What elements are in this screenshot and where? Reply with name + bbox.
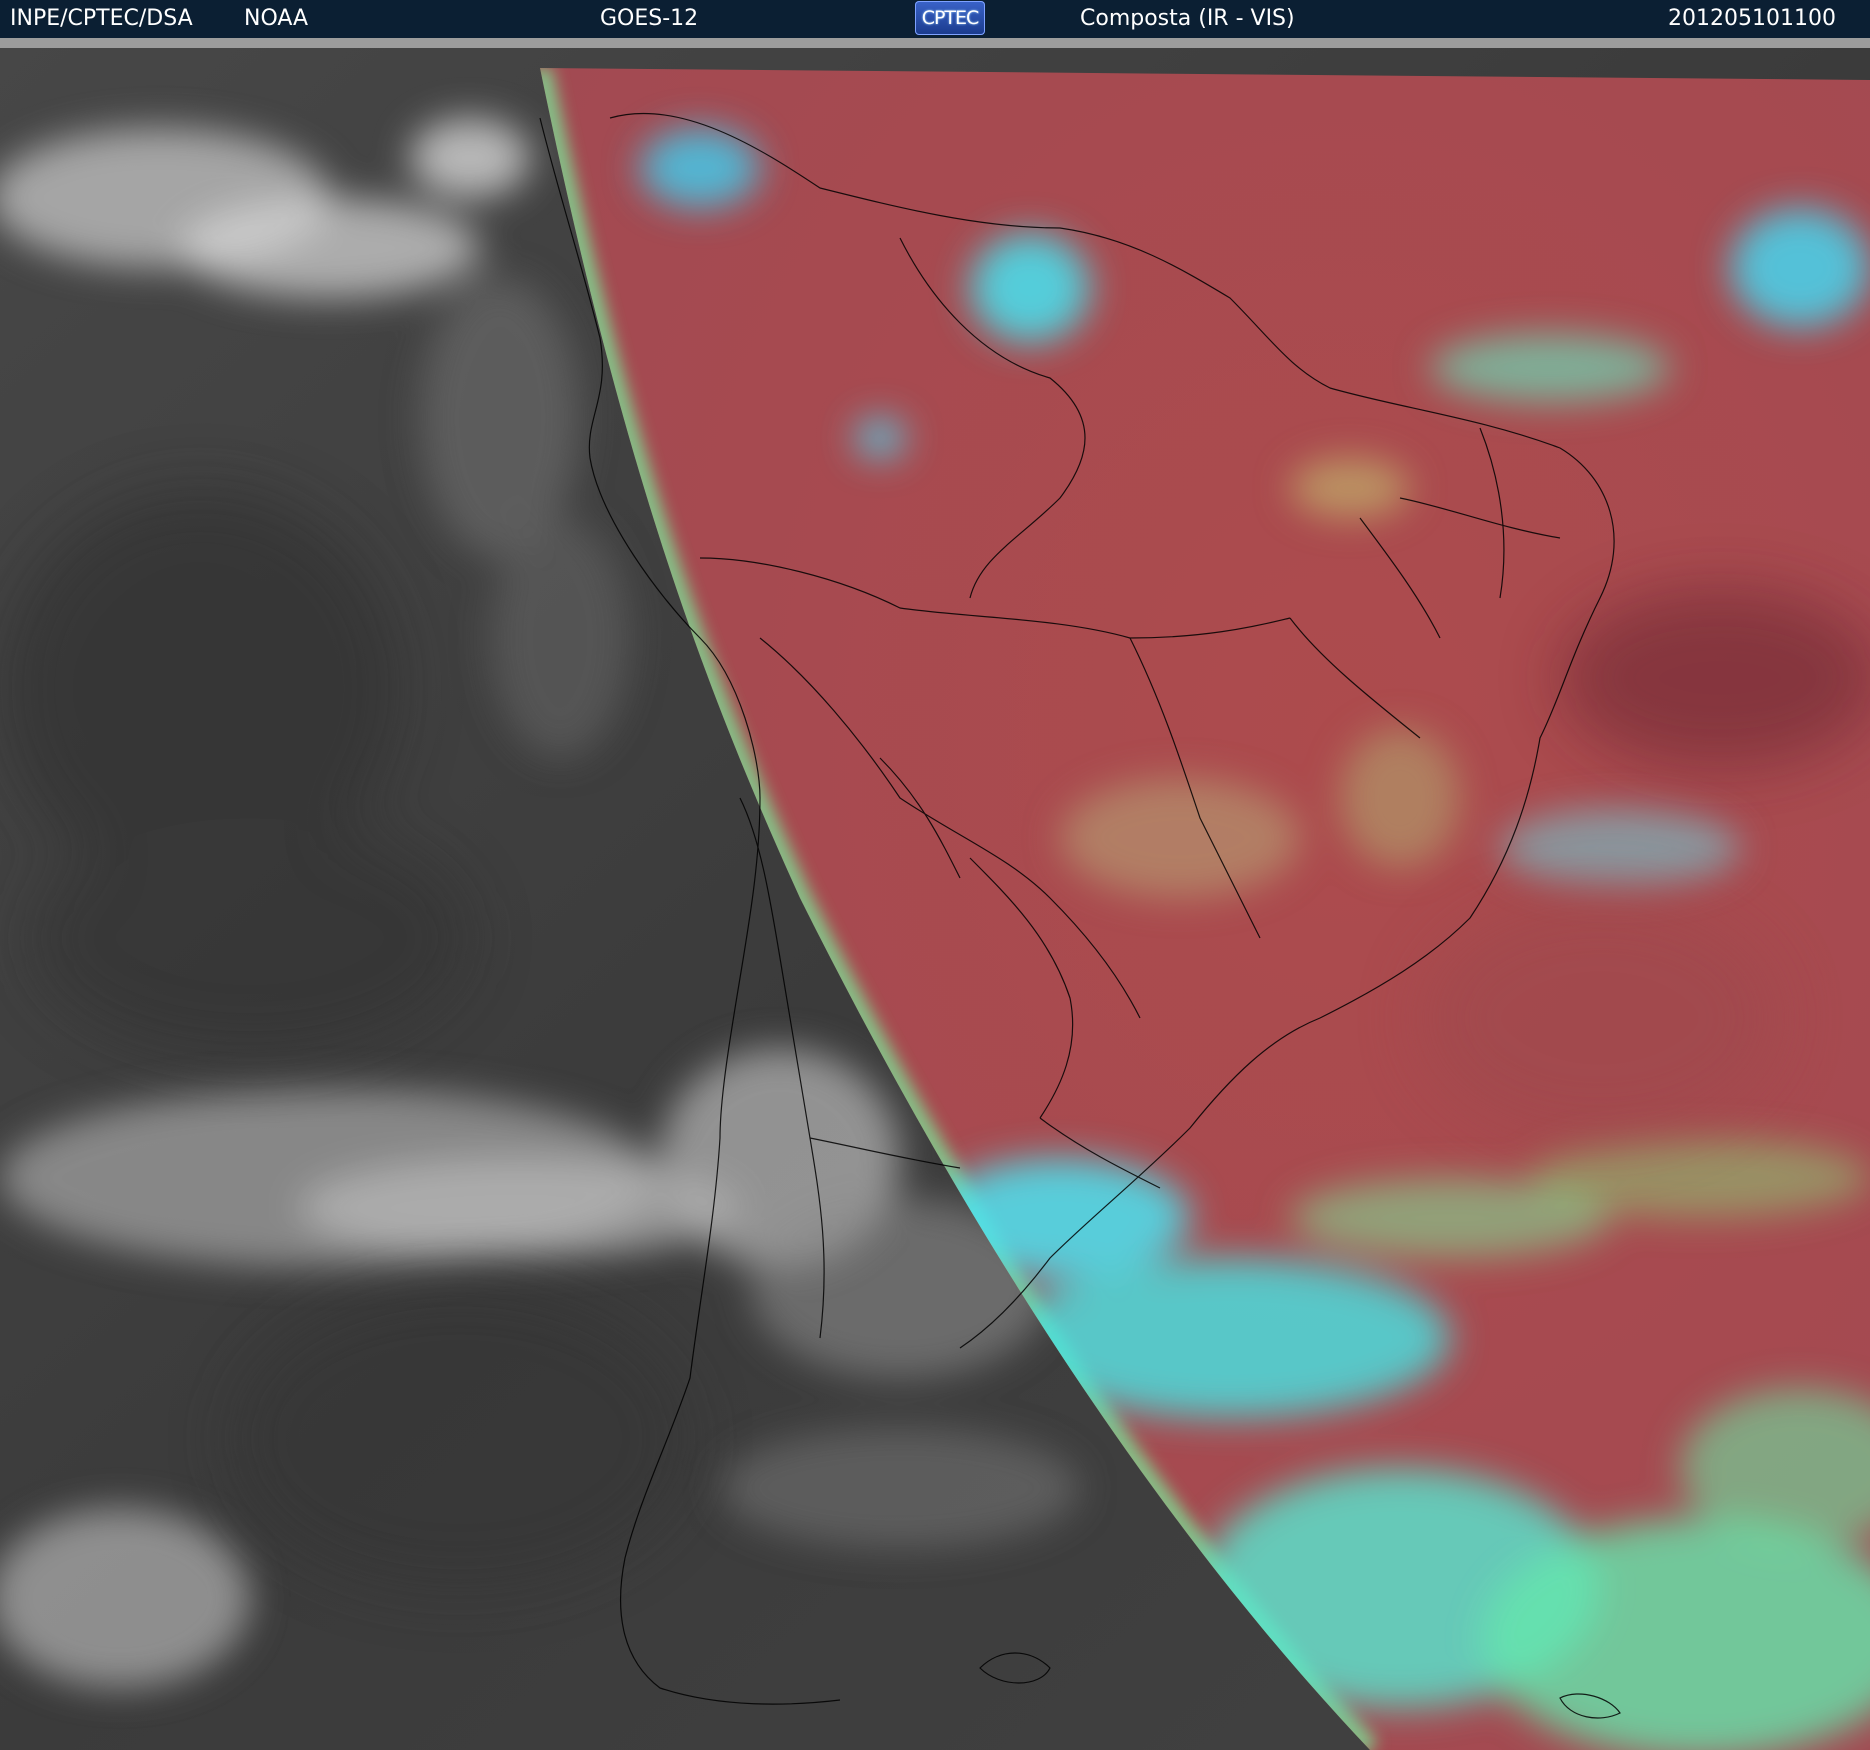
cptec-logo: CPTEC bbox=[915, 1, 985, 35]
cptec-logo-text: CPTEC bbox=[921, 7, 980, 29]
institution-label: INPE/CPTEC/DSA bbox=[10, 6, 193, 31]
product-label: Composta (IR - VIS) bbox=[1080, 6, 1295, 31]
satellite-label: GOES-12 bbox=[600, 6, 699, 31]
agency-label: NOAA bbox=[244, 6, 309, 31]
composite-map-svg bbox=[0, 38, 1870, 1750]
satellite-composite-image bbox=[0, 38, 1870, 1750]
image-header-bar: INPE/CPTEC/DSA NOAA GOES-12 CPTEC Compos… bbox=[0, 0, 1870, 38]
timestamp-label: 201205101100 bbox=[1668, 6, 1836, 31]
